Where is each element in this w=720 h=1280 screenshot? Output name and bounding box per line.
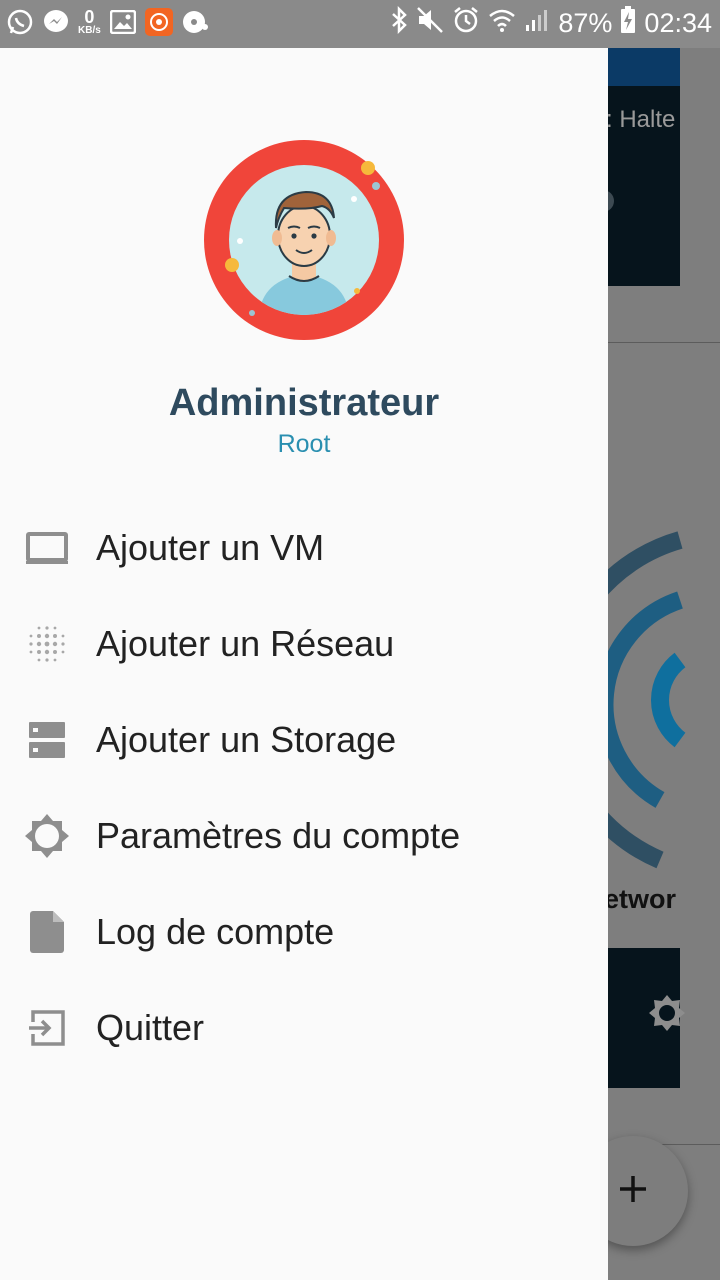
menu-item-label: Quitter [96,1007,205,1048]
battery-charging-icon [620,6,636,41]
menu-item-add-network[interactable]: Ajouter un Réseau [0,596,608,692]
background-status-text: : Halte [606,106,676,133]
menu-item-account-settings[interactable]: Paramètres du compte [0,788,608,884]
gallery-icon [109,8,137,36]
background-app-bar [600,48,680,86]
background-divider [606,342,720,343]
user-name: Administrateur [168,382,440,424]
menu-item-quit[interactable]: Quitter [0,980,608,1076]
file-icon [24,909,70,955]
net-speed: 0 KB/s [78,7,101,36]
laptop-icon [24,525,70,571]
menu-item-label: Ajouter un Réseau [96,623,395,664]
signal-icon [524,7,550,40]
clock: 02:34 [644,8,712,38]
settings-icon [24,813,70,859]
status-bar: 0 KB/s 87% 02:34 [0,0,720,48]
battery-percent: 87% [558,8,613,38]
whatsapp-icon [6,8,34,36]
mute-icon [416,6,444,41]
user-role: Root [277,430,331,458]
menu-item-label: Ajouter un Storage [96,719,397,760]
plus-icon [618,1174,648,1209]
disc-icon [181,8,209,36]
background-gear-icon [649,995,685,1031]
exit-icon [24,1005,70,1051]
background-section-title: etwor [604,884,677,914]
dots-grid-icon [24,621,70,667]
drawer-menu: Ajouter un VM Ajouter un Réseau Ajouter … [0,500,608,1076]
messenger-icon [42,8,70,36]
storage-icon [24,717,70,763]
menu-item-add-storage[interactable]: Ajouter un Storage [0,692,608,788]
menu-item-account-log[interactable]: Log de compte [0,884,608,980]
bluetooth-icon [390,5,408,41]
background-network-arcs-icon [600,531,686,869]
menu-item-label: Paramètres du compte [96,815,461,856]
wifi-icon [488,7,516,40]
alarm-icon [452,6,480,41]
menu-item-label: Ajouter un VM [96,527,325,568]
avatar[interactable] [204,140,404,340]
menu-item-add-vm[interactable]: Ajouter un VM [0,500,608,596]
navigation-drawer: Administrateur Root Ajouter un VM Ajoute… [0,48,608,1280]
screen-recorder-icon [144,8,173,36]
menu-item-label: Log de compte [96,911,335,952]
